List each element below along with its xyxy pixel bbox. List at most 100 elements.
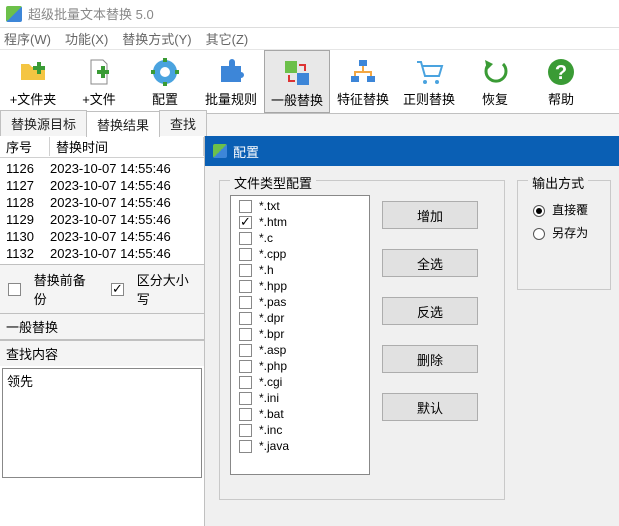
cell-seq: 1132 <box>6 246 50 261</box>
radio-row-saveas[interactable]: 另存为 <box>528 224 600 241</box>
filetype-checkbox[interactable] <box>239 216 252 229</box>
filetype-checkbox[interactable] <box>239 392 252 405</box>
filetype-checkbox[interactable] <box>239 248 252 261</box>
filetype-list-item[interactable]: *.dpr <box>231 310 369 326</box>
filetype-checkbox[interactable] <box>239 424 252 437</box>
toolbutton-add-file[interactable]: +文件 <box>66 50 132 113</box>
filetype-list-item[interactable]: *.java <box>231 438 369 454</box>
filetype-list-item[interactable]: *.cgi <box>231 374 369 390</box>
filetype-list-item[interactable]: *.bpr <box>231 326 369 342</box>
filetype-checkbox[interactable] <box>239 408 252 421</box>
menu-function[interactable]: 功能(X) <box>65 29 108 48</box>
filetype-label: *.php <box>259 359 287 373</box>
filetype-checkbox[interactable] <box>239 296 252 309</box>
cart-icon <box>413 56 445 88</box>
filetype-label: *.asp <box>259 343 286 357</box>
group-filetype-legend: 文件类型配置 <box>230 173 316 192</box>
filetype-listbox[interactable]: *.txt*.htm*.c*.cpp*.h*.hpp*.pas*.dpr*.bp… <box>230 195 370 475</box>
filetype-label: *.pas <box>259 295 286 309</box>
toolbutton-regex-replace[interactable]: 正则替换 <box>396 50 462 113</box>
cell-time: 2023-10-07 14:55:46 <box>50 195 204 210</box>
filetype-checkbox[interactable] <box>239 312 252 325</box>
filetype-label: *.java <box>259 439 289 453</box>
toolbutton-label: +文件 <box>82 89 116 108</box>
radio-row-direct[interactable]: 直接覆 <box>528 201 600 218</box>
dialog-title: 配置 <box>233 142 259 161</box>
filetype-checkbox[interactable] <box>239 280 252 293</box>
toolbutton-normal-replace[interactable]: 一般替换 <box>264 50 330 113</box>
toolbutton-label: +文件夹 <box>10 89 57 108</box>
filetype-checkbox[interactable] <box>239 264 252 277</box>
table-row[interactable]: 11322023-10-07 14:55:46 <box>0 245 204 262</box>
search-label: 查找内容 <box>0 340 204 366</box>
button-add[interactable]: 增加 <box>382 201 478 229</box>
radio-direct[interactable] <box>533 205 545 217</box>
replace-icon <box>281 57 313 89</box>
button-delete[interactable]: 删除 <box>382 345 478 373</box>
filetype-list-item[interactable]: *.asp <box>231 342 369 358</box>
filetype-list-item[interactable]: *.cpp <box>231 246 369 262</box>
title-bar: 超级批量文本替换 5.0 <box>0 0 619 28</box>
button-select-all[interactable]: 全选 <box>382 249 478 277</box>
filetype-checkbox[interactable] <box>239 200 252 213</box>
puzzle-icon <box>215 56 247 88</box>
filetype-checkbox[interactable] <box>239 440 252 453</box>
right-panel: 配置 文件类型配置 *.txt*.htm*.c*.cpp*.h*.hpp*.pa… <box>205 136 619 526</box>
button-default[interactable]: 默认 <box>382 393 478 421</box>
filetype-list-item[interactable]: *.pas <box>231 294 369 310</box>
toolbutton-config[interactable]: 配置 <box>132 50 198 113</box>
cell-seq: 1127 <box>6 178 50 193</box>
table-row[interactable]: 11282023-10-07 14:55:46 <box>0 194 204 211</box>
filetype-checkbox[interactable] <box>239 344 252 357</box>
search-input[interactable] <box>2 368 202 478</box>
label-saveas: 另存为 <box>552 224 588 241</box>
undo-icon <box>479 56 511 88</box>
filetype-checkbox[interactable] <box>239 376 252 389</box>
filetype-label: *.inc <box>259 423 282 437</box>
filetype-checkbox[interactable] <box>239 232 252 245</box>
filetype-list-item[interactable]: *.c <box>231 230 369 246</box>
radio-saveas[interactable] <box>533 228 545 240</box>
checkbox-backup-before[interactable] <box>8 283 21 296</box>
cell-seq: 1126 <box>6 161 50 176</box>
toolbutton-add-folder[interactable]: +文件夹 <box>0 50 66 113</box>
button-invert[interactable]: 反选 <box>382 297 478 325</box>
toolbutton-help[interactable]: ? 帮助 <box>528 50 594 113</box>
group-output: 输出方式 直接覆 另存为 <box>517 180 611 290</box>
dialog-body: 文件类型配置 *.txt*.htm*.c*.cpp*.h*.hpp*.pas*.… <box>205 166 619 508</box>
table-row[interactable]: 11292023-10-07 14:55:46 <box>0 211 204 228</box>
menu-program[interactable]: 程序(W) <box>4 29 51 48</box>
filetype-list-item[interactable]: *.hpp <box>231 278 369 294</box>
cell-time: 2023-10-07 14:55:46 <box>50 178 204 193</box>
tab-replace-source[interactable]: 替换源目标 <box>0 110 87 136</box>
col-header-seq[interactable]: 序号 <box>0 137 50 156</box>
filetype-list-item[interactable]: *.php <box>231 358 369 374</box>
filetype-list-item[interactable]: *.ini <box>231 390 369 406</box>
toolbutton-restore[interactable]: 恢复 <box>462 50 528 113</box>
toolbutton-label: 配置 <box>152 89 178 108</box>
filetype-list-item[interactable]: *.bat <box>231 406 369 422</box>
filetype-button-column: 增加 全选 反选 删除 默认 <box>382 195 478 489</box>
table-row[interactable]: 11302023-10-07 14:55:46 <box>0 228 204 245</box>
filetype-checkbox[interactable] <box>239 328 252 341</box>
menu-replace-mode[interactable]: 替换方式(Y) <box>122 29 191 48</box>
checkbox-case-sensitive[interactable] <box>111 283 124 296</box>
toolbutton-feature-replace[interactable]: 特征替换 <box>330 50 396 113</box>
filetype-list-item[interactable]: *.inc <box>231 422 369 438</box>
toolbutton-batch-rule[interactable]: 批量规则 <box>198 50 264 113</box>
filetype-list-item[interactable]: *.txt <box>231 198 369 214</box>
tab-replace-result[interactable]: 替换结果 <box>86 111 160 137</box>
filetype-list-item[interactable]: *.htm <box>231 214 369 230</box>
menu-other[interactable]: 其它(Z) <box>206 29 249 48</box>
table-row[interactable]: 11262023-10-07 14:55:46 <box>0 160 204 177</box>
dialog-title-bar[interactable]: 配置 <box>205 136 619 166</box>
group-output-legend: 输出方式 <box>528 173 588 192</box>
toolbutton-label: 恢复 <box>482 89 508 108</box>
col-header-time[interactable]: 替换时间 <box>50 137 204 156</box>
filetype-list-item[interactable]: *.h <box>231 262 369 278</box>
tab-search[interactable]: 查找 <box>159 110 207 136</box>
label-backup-before: 替换前备份 <box>34 270 97 308</box>
table-row[interactable]: 11272023-10-07 14:55:46 <box>0 177 204 194</box>
filetype-checkbox[interactable] <box>239 360 252 373</box>
config-dialog: 配置 文件类型配置 *.txt*.htm*.c*.cpp*.h*.hpp*.pa… <box>205 136 619 526</box>
